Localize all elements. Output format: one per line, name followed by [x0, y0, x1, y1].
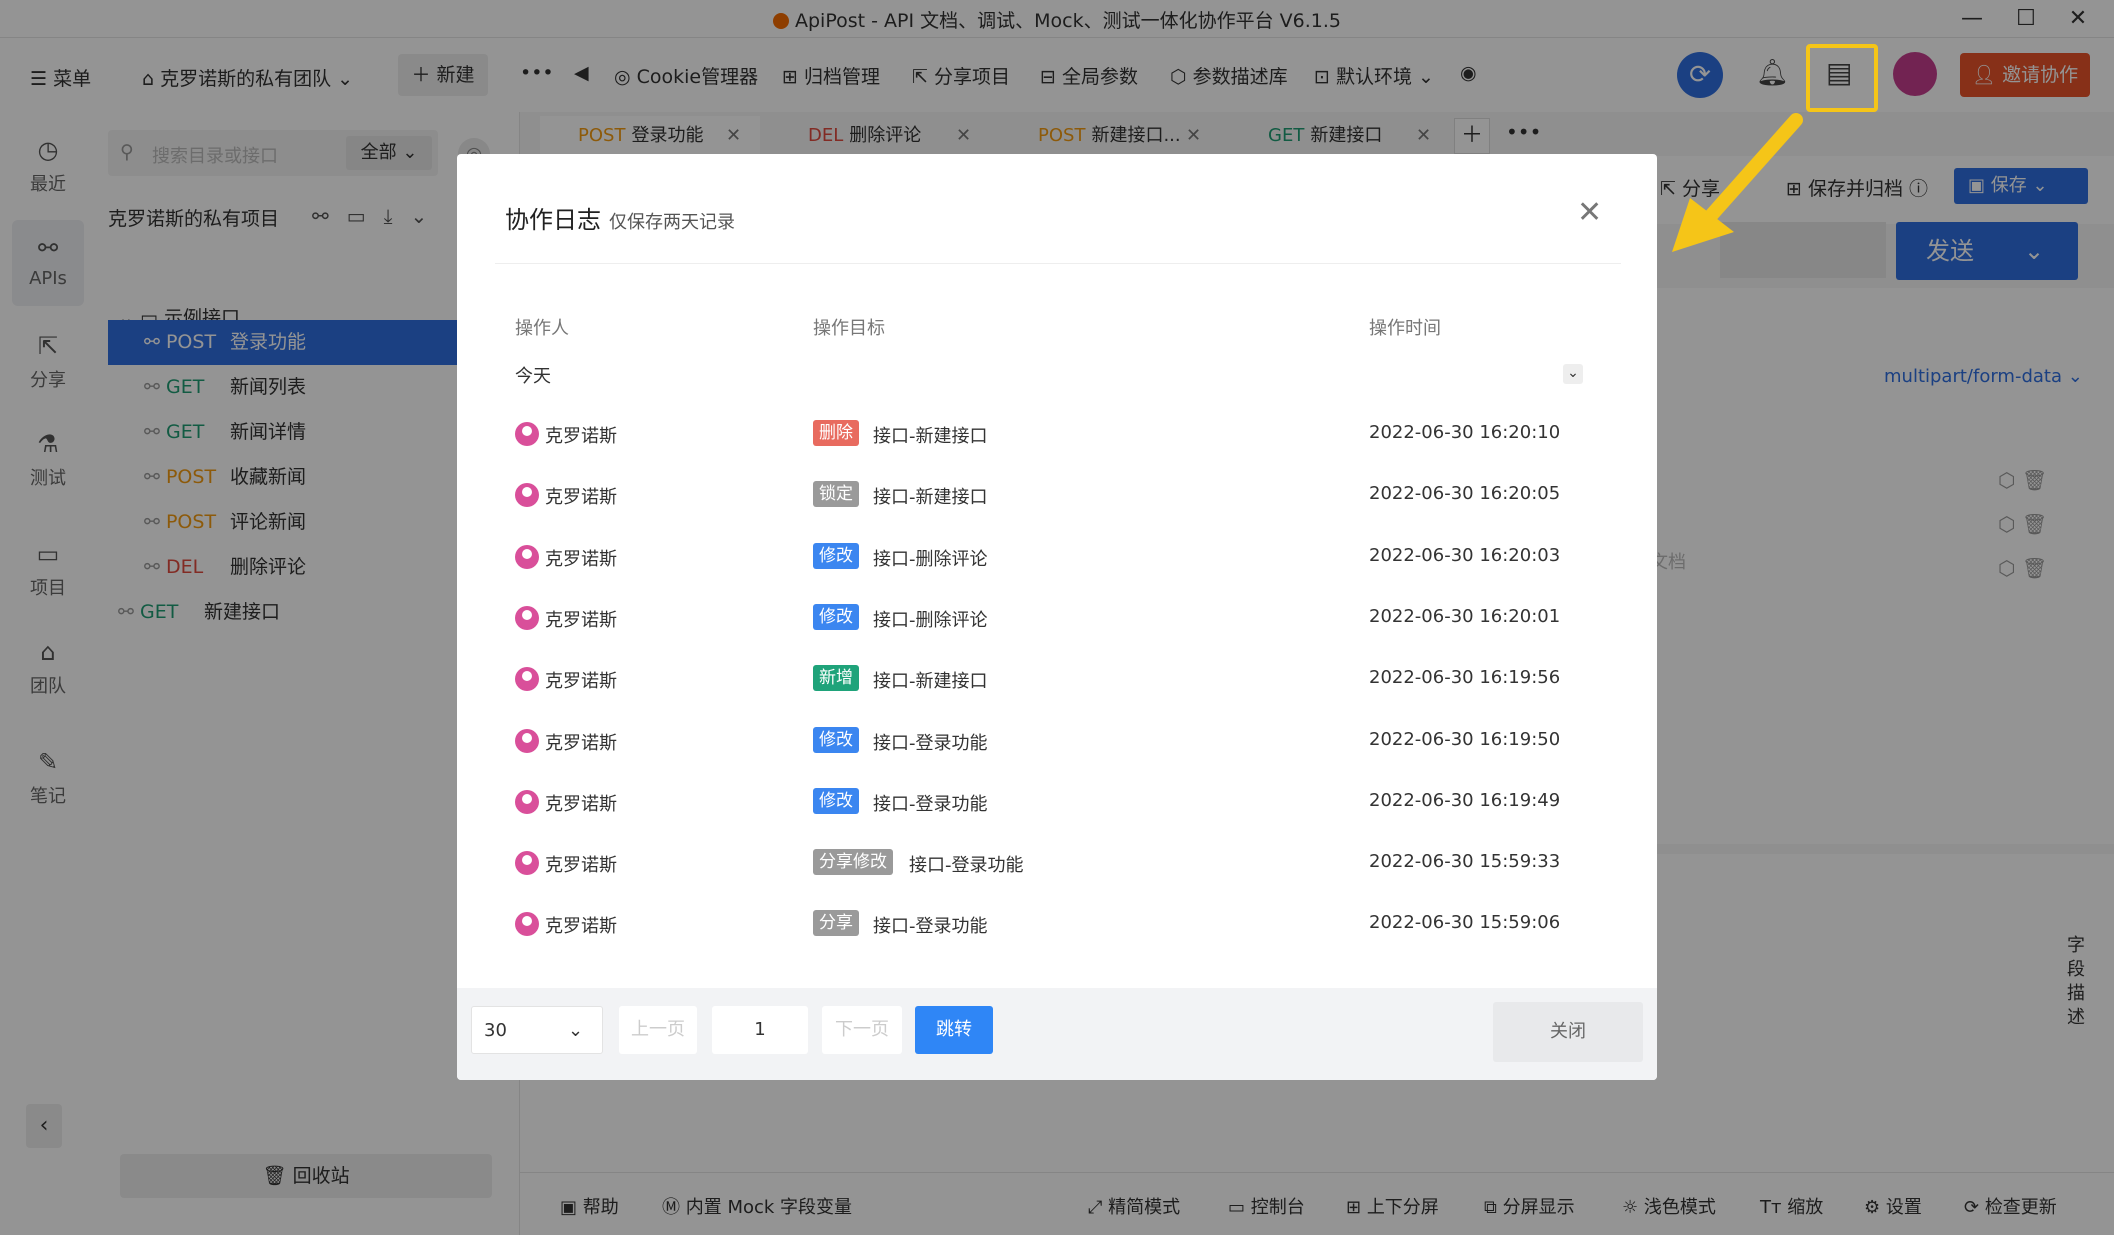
avatar-icon: [515, 851, 539, 876]
log-row: 克罗诺斯 修改 接口-登录功能 2022-06-30 16:19:49: [457, 772, 1657, 833]
avatar-icon: [515, 483, 539, 508]
log-row: 克罗诺斯 删除 接口-新建接口 2022-06-30 16:20:10: [457, 404, 1657, 465]
log-row: 克罗诺斯 修改 接口-登录功能 2022-06-30 16:19:50: [457, 711, 1657, 772]
target-text: 接口-新建接口: [873, 487, 988, 509]
log-row: 克罗诺斯 分享修改 接口-登录功能 2022-06-30 15:59:33: [457, 833, 1657, 894]
target-text: 接口-登录功能: [873, 793, 988, 815]
page-size-select[interactable]: 30 ⌄: [471, 1006, 603, 1054]
log-row: 克罗诺斯 锁定 接口-新建接口 2022-06-30 16:20:05: [457, 465, 1657, 526]
highlight-box: [1806, 44, 1878, 112]
avatar-icon: [515, 422, 539, 446]
target-text: 接口-登录功能: [873, 916, 988, 938]
avatar-icon: [515, 605, 539, 630]
collaboration-log-dialog: 协作日志 仅保存两天记录 ✕ 操作人 操作目标 操作时间 今天 ⌄ 克罗诺斯 删除接…: [457, 154, 1657, 1080]
log-row: 克罗诺斯 修改 接口-删除评论 2022-06-30 16:20:03: [457, 527, 1657, 588]
operator-name: 克罗诺斯: [545, 916, 617, 938]
operation-time: 2022-06-30 16:20:01: [1369, 605, 1561, 627]
action-badge: 分享修改: [813, 849, 893, 876]
arrow-annotation-icon: [1672, 113, 1803, 252]
action-badge: 分享: [813, 910, 859, 937]
chevron-down-icon: ⌄: [568, 1020, 584, 1041]
target-text: 接口-新建接口: [873, 671, 988, 693]
next-page-button[interactable]: 下一页: [822, 1006, 902, 1054]
operation-time: 2022-06-30 16:19:56: [1369, 667, 1561, 689]
prev-page-button[interactable]: 上一页: [619, 1006, 697, 1054]
action-badge: 锁定: [813, 481, 859, 508]
avatar-icon: [515, 544, 539, 569]
avatar-icon: [515, 728, 539, 753]
operator-name: 克罗诺斯: [545, 793, 617, 815]
action-badge: 修改: [813, 542, 859, 569]
operation-time: 2022-06-30 16:20:03: [1369, 544, 1561, 566]
operator-name: 克罗诺斯: [545, 671, 617, 693]
operation-time: 2022-06-30 16:20:10: [1369, 422, 1561, 443]
action-badge: 新增: [813, 665, 859, 692]
operation-time: 2022-06-30 16:20:05: [1369, 483, 1561, 505]
operation-time: 2022-06-30 15:59:33: [1369, 851, 1561, 873]
action-badge: 修改: [813, 726, 859, 753]
log-row: 克罗诺斯 分享 接口-登录功能 2022-06-30 15:59:06: [457, 894, 1657, 955]
avatar-icon: [515, 789, 539, 814]
close-button[interactable]: 关闭: [1493, 1002, 1643, 1062]
operator-name: 克罗诺斯: [545, 855, 617, 877]
avatar-icon: [515, 667, 539, 692]
column-time: 操作时间: [1369, 318, 1441, 339]
action-badge: 修改: [813, 787, 859, 814]
operation-time: 2022-06-30 15:59:06: [1369, 912, 1561, 934]
log-row: 克罗诺斯 新增 接口-新建接口 2022-06-30 16:19:56: [457, 649, 1657, 710]
operator-name: 克罗诺斯: [545, 426, 617, 447]
target-text: 接口-登录功能: [873, 732, 988, 754]
dialog-title: 协作日志 仅保存两天记录: [505, 206, 735, 234]
dialog-footer: 30 ⌄ 上一页 1 下一页 跳转 关闭: [457, 988, 1657, 1080]
jump-button[interactable]: 跳转: [915, 1006, 993, 1054]
target-text: 接口-删除评论: [873, 609, 988, 631]
column-user: 操作人: [515, 318, 569, 339]
operator-name: 克罗诺斯: [545, 609, 617, 631]
divider: [495, 263, 1621, 264]
log-row: 克罗诺斯 修改 接口-删除评论 2022-06-30 16:20:01: [457, 588, 1657, 649]
action-badge: 修改: [813, 603, 859, 630]
operation-time: 2022-06-30 16:19:50: [1369, 728, 1561, 750]
operator-name: 克罗诺斯: [545, 732, 617, 754]
target-text: 接口-删除评论: [873, 548, 988, 570]
group-today: 今天: [515, 366, 551, 387]
operator-name: 克罗诺斯: [545, 487, 617, 509]
group-collapse-icon[interactable]: ⌄: [1563, 364, 1583, 384]
action-badge: 删除: [813, 420, 859, 446]
operator-name: 克罗诺斯: [545, 548, 617, 570]
avatar-icon: [515, 912, 539, 937]
target-text: 接口-登录功能: [909, 855, 1024, 877]
column-target: 操作目标: [813, 318, 885, 339]
target-text: 接口-新建接口: [873, 426, 988, 447]
page-input[interactable]: 1: [712, 1006, 808, 1054]
operation-time: 2022-06-30 16:19:49: [1369, 789, 1561, 811]
close-icon[interactable]: ✕: [1577, 198, 1602, 228]
dialog-subtitle: 仅保存两天记录: [609, 212, 735, 233]
